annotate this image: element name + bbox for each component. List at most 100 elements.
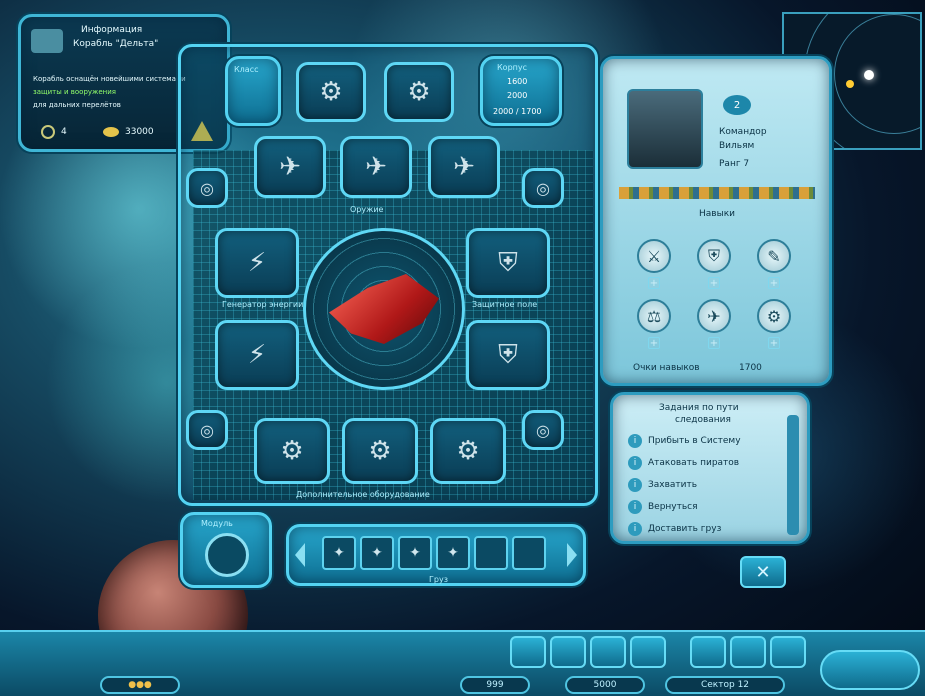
generator-slot[interactable]: ⚡	[215, 228, 299, 298]
inventory-slot-2[interactable]: ✦	[360, 536, 394, 570]
bottom-value-mid: 5000	[565, 676, 645, 694]
info-body-line3: для дальних перелётов	[33, 101, 121, 109]
pilot-rank: Ранг 7	[719, 159, 750, 169]
quest-title-line2: следования	[675, 415, 731, 425]
skill-defense-icon: ⛨	[697, 239, 731, 273]
skill-tech-icon: ⚙	[757, 299, 791, 333]
info-body-line2: защиты и вооружения	[33, 88, 116, 96]
action-button-4[interactable]	[630, 636, 666, 668]
cargo-label: Груз	[429, 575, 448, 584]
shield-slot-2[interactable]: ⛨	[466, 320, 550, 390]
weapon-slot-2[interactable]: ✈	[340, 136, 412, 198]
bottom-left-status: ●●●	[100, 676, 180, 694]
info-title-line1: Информация	[81, 25, 143, 35]
quest-item-label: Вернуться	[648, 502, 698, 512]
side-slot-right-bottom[interactable]: ◎	[522, 410, 564, 450]
map-marker-icon	[846, 80, 854, 88]
level-badge: 2	[723, 95, 751, 115]
action-button-3[interactable]	[590, 636, 626, 668]
action-button-2[interactable]	[550, 636, 586, 668]
quest-item[interactable]: i Прибыть в Систему	[628, 432, 741, 450]
count-icon	[41, 125, 55, 139]
quest-scrollbar[interactable]	[787, 415, 799, 535]
weapon-slot-top-1[interactable]: ⚙	[296, 62, 366, 122]
pilot-panel: 2 Командор Вильям Ранг 7 Навыки ⚔ ⛨ ✎ ⚖ …	[600, 56, 832, 386]
credits-icon	[103, 127, 119, 137]
side-slot-right-top[interactable]: ◎	[522, 168, 564, 208]
inventory-slot-3[interactable]: ✦	[398, 536, 432, 570]
weapon-slot-1[interactable]: ✈	[254, 136, 326, 198]
skill-repair-icon: ✎	[757, 239, 791, 273]
pilot-name-line1: Командор	[719, 127, 767, 137]
skill-attack-icon: ⚔	[637, 239, 671, 273]
equipment-slot-3[interactable]: ⚙	[430, 418, 506, 484]
inventory-slot-1[interactable]: ✦	[322, 536, 356, 570]
skill-points-label: Очки навыков	[633, 363, 700, 373]
skill-pilot-plus-button[interactable]: +	[708, 337, 720, 349]
module-dial-icon[interactable]	[205, 533, 249, 577]
shield-label: Защитное поле	[472, 300, 538, 309]
quest-item-label: Атаковать пиратов	[648, 458, 740, 468]
info-count2: 33000	[125, 127, 154, 137]
class-label: Класс	[234, 65, 259, 74]
map-player-icon	[864, 70, 874, 80]
medals-row	[619, 187, 815, 199]
weapon-slot-3[interactable]: ✈	[428, 136, 500, 198]
skill-attack-plus-button[interactable]: +	[648, 277, 660, 289]
quest-item-icon: i	[628, 522, 642, 536]
quest-title-line1: Задания по пути	[659, 403, 739, 413]
quest-item[interactable]: i Доставить груз	[628, 520, 721, 538]
skill-defense-plus-button[interactable]: +	[708, 277, 720, 289]
quest-item-icon: i	[628, 456, 642, 470]
ship-thumbnail-icon	[31, 29, 63, 53]
weapon-slot-top-2[interactable]: ⚙	[384, 62, 454, 122]
equipment-label: Дополнительное оборудование	[296, 490, 430, 499]
class-box: Класс	[225, 56, 281, 126]
close-button[interactable]: ✕	[740, 556, 786, 588]
inventory-slot-5[interactable]	[474, 536, 508, 570]
side-slot-left-top[interactable]: ◎	[186, 168, 228, 208]
pilot-name-line2: Вильям	[719, 141, 755, 151]
action-button-5[interactable]	[690, 636, 726, 668]
module-label: Модуль	[201, 519, 233, 528]
inventory-next-icon[interactable]	[567, 543, 577, 567]
status-icon: ●●●	[128, 680, 152, 690]
generator-label: Генератор энергии	[222, 300, 304, 309]
quest-item-icon: i	[628, 434, 642, 448]
inventory-slot-6[interactable]	[512, 536, 546, 570]
hull-value1: 1600	[507, 77, 528, 86]
quest-item[interactable]: i Атаковать пиратов	[628, 454, 739, 472]
bottom-mid-value-text: 5000	[593, 680, 617, 690]
skill-repair-plus-button[interactable]: +	[768, 277, 780, 289]
info-body-line1: Корабль оснащён новейшими системами	[33, 75, 186, 83]
quest-item[interactable]: i Вернуться	[628, 498, 698, 516]
bottom-sector: Сектор 12	[665, 676, 785, 694]
quest-item[interactable]: i Захватить	[628, 476, 697, 494]
equipment-slot-2[interactable]: ⚙	[342, 418, 418, 484]
skill-pilot-icon: ✈	[697, 299, 731, 333]
inventory-prev-icon[interactable]	[295, 543, 305, 567]
action-button-1[interactable]	[510, 636, 546, 668]
hull-value2: 2000	[507, 91, 528, 100]
module-panel: Модуль	[180, 512, 272, 588]
skill-trade-plus-button[interactable]: +	[648, 337, 660, 349]
shield-slot[interactable]: ⛨	[466, 228, 550, 298]
skills-title: Навыки	[699, 209, 735, 219]
sector-value: 12	[737, 680, 750, 690]
equipment-slot-1[interactable]: ⚙	[254, 418, 330, 484]
hull-label: Корпус	[497, 63, 528, 72]
action-button-7[interactable]	[770, 636, 806, 668]
generator-slot-2[interactable]: ⚡	[215, 320, 299, 390]
ship-display	[303, 228, 465, 390]
skill-tech-plus-button[interactable]: +	[768, 337, 780, 349]
skill-trade-icon: ⚖	[637, 299, 671, 333]
main-menu-button[interactable]	[820, 650, 920, 690]
side-slot-left-bottom[interactable]: ◎	[186, 410, 228, 450]
weapons-label: Оружие	[350, 205, 384, 214]
info-count1: 4	[61, 127, 67, 137]
quest-item-icon: i	[628, 500, 642, 514]
action-button-6[interactable]	[730, 636, 766, 668]
inventory-slot-4[interactable]: ✦	[436, 536, 470, 570]
bottom-left-value-text: 999	[486, 680, 504, 690]
skill-points-value: 1700	[739, 363, 762, 373]
